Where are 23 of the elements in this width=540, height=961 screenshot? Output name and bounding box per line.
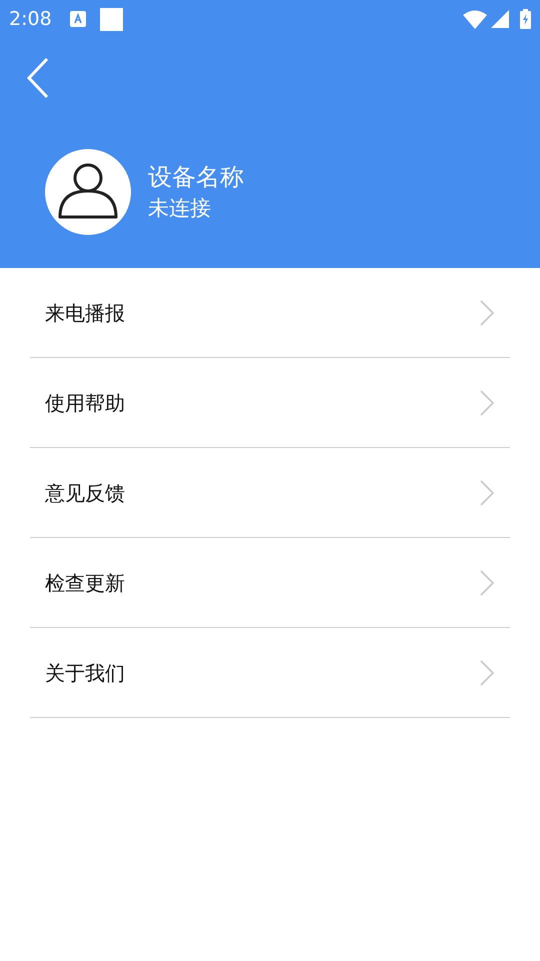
chevron-right-icon — [480, 660, 494, 686]
menu-label: 使用帮助 — [45, 390, 126, 416]
device-name: 设备名称 — [148, 162, 244, 193]
chevron-right-icon — [480, 570, 494, 596]
menu-label: 关于我们 — [45, 660, 126, 686]
connection-status: 未连接 — [148, 195, 212, 222]
battery-icon — [520, 9, 531, 29]
signal-icon — [491, 10, 509, 28]
menu-label: 来电播报 — [45, 300, 126, 326]
keyboard-icon — [70, 11, 86, 27]
notification-icon — [100, 8, 123, 30]
status-time: 2:08 — [9, 6, 52, 32]
menu-item[interactable]: 意见反馈 — [30, 448, 510, 538]
chevron-right-icon — [480, 300, 494, 326]
menu-item[interactable]: 检查更新 — [30, 538, 510, 628]
menu-item[interactable]: 来电播报 — [30, 268, 510, 358]
menu-label: 意见反馈 — [45, 480, 126, 506]
menu-item[interactable]: 使用帮助 — [30, 358, 510, 448]
chevron-right-icon — [480, 480, 494, 506]
menu-label: 检查更新 — [45, 570, 126, 596]
wifi-icon — [463, 10, 487, 28]
menu-item[interactable]: 关于我们 — [30, 628, 510, 718]
chevron-right-icon — [480, 390, 494, 416]
